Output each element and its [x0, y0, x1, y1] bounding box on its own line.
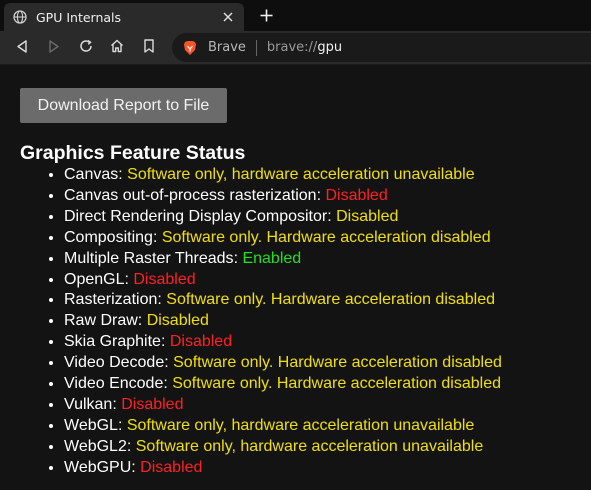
browser-toolbar: Brave brave://gpu: [0, 31, 591, 65]
url-divider: [255, 39, 257, 56]
url-scheme: brave://: [266, 40, 318, 55]
feature-name: Multiple Raster Threads: [64, 249, 234, 267]
new-tab-button[interactable]: [256, 6, 276, 26]
back-icon: [16, 38, 28, 57]
feature-status: Disabled: [336, 207, 399, 225]
url-brand-label: Brave: [208, 40, 246, 55]
feature-status: Software only, hardware acceleration una…: [135, 437, 484, 455]
feature-status: Enabled: [242, 249, 302, 267]
forward-button[interactable]: [44, 37, 64, 57]
feature-status: Software only, hardware acceleration una…: [126, 416, 475, 434]
feature-status: Disabled: [169, 333, 233, 351]
list-item: OpenGL: Disabled: [64, 270, 502, 291]
feature-name: Direct Rendering Display Compositor: [64, 207, 328, 225]
back-button[interactable]: [12, 37, 32, 57]
feature-status: Disabled: [146, 312, 209, 330]
reload-icon: [79, 38, 93, 57]
feature-name: Canvas: [64, 166, 119, 183]
feature-status: Software only. Hardware acceleration dis…: [166, 291, 496, 309]
list-item: Rasterization: Software only. Hardware a…: [64, 290, 502, 311]
page-content: Download Report to File Graphics Feature…: [0, 65, 591, 490]
close-icon[interactable]: [220, 9, 236, 25]
feature-status: Software only. Hardware acceleration dis…: [173, 354, 502, 372]
feature-status: Disabled: [140, 458, 203, 476]
feature-status-list: Canvas: Software only, hardware accelera…: [44, 165, 502, 479]
globe-icon: [13, 10, 27, 24]
feature-status: Software only, hardware acceleration una…: [127, 166, 475, 183]
list-item: Skia Graphite: Disabled: [64, 332, 502, 353]
tab-title: GPU Internals: [36, 9, 122, 25]
feature-name: Canvas out-of-process rasterization: [64, 186, 317, 204]
brave-lion-icon[interactable]: [182, 40, 198, 56]
feature-name: OpenGL: [64, 270, 125, 288]
list-item: WebGL: Software only, hardware accelerat…: [64, 416, 502, 437]
section-title: Graphics Feature Status: [20, 142, 246, 164]
feature-name: WebGL2: [64, 437, 127, 455]
feature-status: Disabled: [325, 186, 388, 204]
feature-name: WebGL: [64, 416, 118, 434]
home-button[interactable]: [107, 37, 127, 57]
list-item: Compositing: Software only. Hardware acc…: [64, 228, 502, 249]
feature-status: Software only. Hardware acceleration dis…: [161, 228, 491, 246]
reload-button[interactable]: [76, 37, 96, 57]
list-item: Direct Rendering Display Compositor: Dis…: [64, 207, 502, 228]
url-host: gpu: [317, 40, 343, 55]
list-item: WebGPU: Disabled: [64, 458, 502, 479]
download-report-button[interactable]: Download Report to File: [20, 88, 227, 123]
forward-icon: [48, 38, 60, 57]
tab-gpu-internals[interactable]: GPU Internals: [4, 3, 244, 31]
feature-name: Raw Draw: [64, 312, 138, 330]
list-item: Raw Draw: Disabled: [64, 311, 502, 332]
feature-status: Software only. Hardware acceleration dis…: [172, 375, 501, 393]
list-item: Vulkan: Disabled: [64, 395, 502, 416]
list-item: Multiple Raster Threads: Enabled: [64, 249, 502, 270]
feature-name: Compositing: [64, 228, 153, 246]
feature-status: Disabled: [133, 270, 196, 288]
bookmark-button[interactable]: [139, 37, 159, 57]
list-item: Video Decode: Software only. Hardware ac…: [64, 353, 502, 374]
list-item: Canvas out-of-process rasterization: Dis…: [64, 186, 502, 207]
bookmark-icon: [143, 38, 155, 57]
feature-name: Video Encode: [64, 375, 164, 393]
feature-status: Disabled: [121, 395, 184, 413]
list-item: WebGL2: Software only, hardware accelera…: [64, 437, 502, 458]
feature-name: Video Decode: [64, 354, 165, 372]
feature-name: Vulkan: [64, 395, 113, 413]
plus-icon: [260, 7, 273, 26]
list-item: Canvas: Software only, hardware accelera…: [64, 165, 502, 186]
feature-name: WebGPU: [64, 458, 132, 476]
home-icon: [110, 38, 124, 57]
feature-name: Skia Graphite: [64, 333, 161, 351]
tab-strip: GPU Internals: [0, 0, 591, 31]
address-bar[interactable]: Brave brave://gpu: [172, 33, 591, 62]
feature-name: Rasterization: [64, 291, 158, 309]
list-item: Video Encode: Software only. Hardware ac…: [64, 374, 502, 395]
